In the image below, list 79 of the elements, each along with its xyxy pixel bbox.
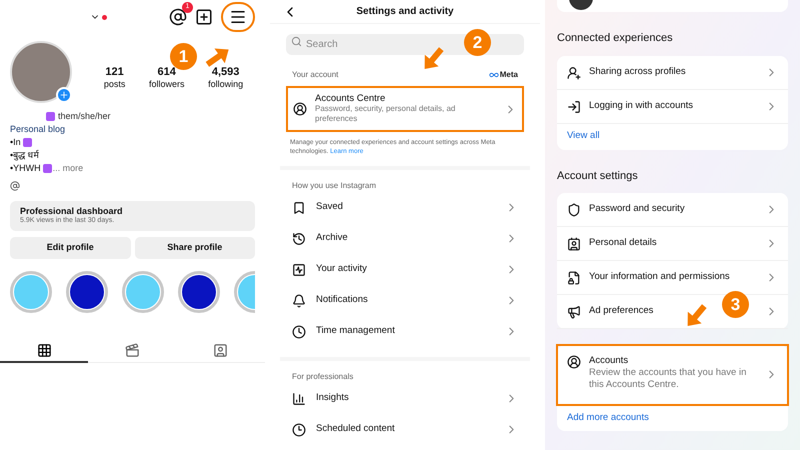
accounts-centre-item[interactable]: Accounts Centre Password, security, personal details, ad preferences <box>286 86 524 132</box>
document-lock-icon <box>567 271 581 285</box>
section-heading: How you use Instagram <box>292 180 378 192</box>
bio-line: •बुद्ध धर्म <box>10 149 39 162</box>
account-setting-item[interactable]: Logging in with accounts <box>557 90 788 124</box>
section-heading: Account settings <box>557 168 639 184</box>
more-link[interactable]: ... more <box>52 162 84 175</box>
item-label: Saved <box>316 200 343 214</box>
tagged-icon <box>213 343 228 358</box>
settings-item[interactable]: Archive <box>292 223 518 254</box>
profile-button[interactable]: Edit profile <box>10 237 130 259</box>
threads-icon[interactable] <box>10 181 20 191</box>
bookmark-icon <box>292 200 306 214</box>
settings-item[interactable]: Notifications <box>292 285 518 316</box>
stat-value: 121 <box>105 66 124 80</box>
item-title: Logging in with accounts <box>589 100 694 112</box>
item-title: Accounts <box>589 355 630 367</box>
item-label: Scheduled content <box>316 422 395 436</box>
menu-button[interactable] <box>221 2 255 32</box>
item-title: Your information and permissions <box>589 271 730 283</box>
account-setting-item[interactable]: Password and security <box>557 193 788 227</box>
item-label: Insights <box>316 391 349 406</box>
add-icon[interactable] <box>195 8 213 26</box>
stat-value: 4,593 <box>212 66 240 80</box>
card-link[interactable]: Add more accounts <box>557 405 788 431</box>
user-circle-icon <box>567 355 581 369</box>
settings-item[interactable]: Your activity <box>292 254 518 285</box>
item-subtitle: Review the accounts that you have in this Accounts Centre. <box>589 367 748 391</box>
clock-icon <box>292 422 306 436</box>
stat-label: followers <box>148 79 184 90</box>
account-setting-item[interactable]: Personal details <box>557 227 788 261</box>
settings-item[interactable]: Saved <box>292 192 518 223</box>
stat-label: posts <box>104 79 126 90</box>
item-label: Your activity <box>316 262 367 276</box>
profile-button[interactable]: Share profile <box>134 237 255 259</box>
settings-item[interactable]: Scheduled content <box>292 414 518 445</box>
megaphone-icon <box>567 305 581 319</box>
stat-label: following <box>208 79 244 90</box>
card-link[interactable]: View all <box>557 124 788 150</box>
user-circle-icon <box>293 102 307 116</box>
section-heading: Your account <box>292 69 338 81</box>
item-title: Sharing across profiles <box>589 66 686 78</box>
shield-icon <box>567 203 581 217</box>
section-heading: For professionals <box>292 371 354 383</box>
bio-line: •In <box>10 136 21 149</box>
dashboard-title: Professional dashboard <box>20 206 124 216</box>
add-story-icon[interactable] <box>56 87 72 103</box>
item-subtitle: Password, security, personal details, ad preferences <box>315 104 456 124</box>
item-title: Ad preferences <box>589 305 654 317</box>
item-label: Time management <box>316 324 395 338</box>
page-title: Settings and activity <box>356 5 454 19</box>
grid-icon <box>36 342 52 358</box>
item-title: Personal details <box>589 237 657 249</box>
settings-item[interactable]: Time management <box>292 316 518 347</box>
id-card-icon <box>567 237 581 251</box>
bell-icon <box>292 294 306 308</box>
activity-icon <box>292 262 306 276</box>
threads-icon[interactable] <box>169 8 187 26</box>
account-setting-item[interactable]: Sharing across profiles <box>557 56 788 90</box>
account-setting-item[interactable]: Accounts Review the accounts that you have in this Accounts Centre. <box>557 345 788 405</box>
settings-item[interactable]: Insights <box>292 383 518 414</box>
item-label: Archive <box>316 231 348 246</box>
brand-text: Meta <box>500 69 518 81</box>
pronouns-text: them/she/her <box>58 110 111 123</box>
menu-icon <box>229 8 247 26</box>
search-icon <box>291 36 302 47</box>
bar-chart-icon <box>292 392 306 406</box>
bio-line: •YHWH <box>10 162 41 175</box>
item-title: Accounts Centre <box>315 94 386 104</box>
category-text: Personal blog <box>10 123 66 136</box>
history-icon <box>292 232 306 246</box>
item-label: Notifications <box>316 293 368 308</box>
reels-icon <box>124 343 140 358</box>
login-icon <box>567 100 581 114</box>
meta-logo-icon <box>488 70 499 80</box>
item-title: Password and security <box>589 203 685 215</box>
profile-card[interactable] <box>557 0 788 12</box>
section-heading: Connected experiences <box>557 31 674 46</box>
clock-icon <box>292 324 306 338</box>
